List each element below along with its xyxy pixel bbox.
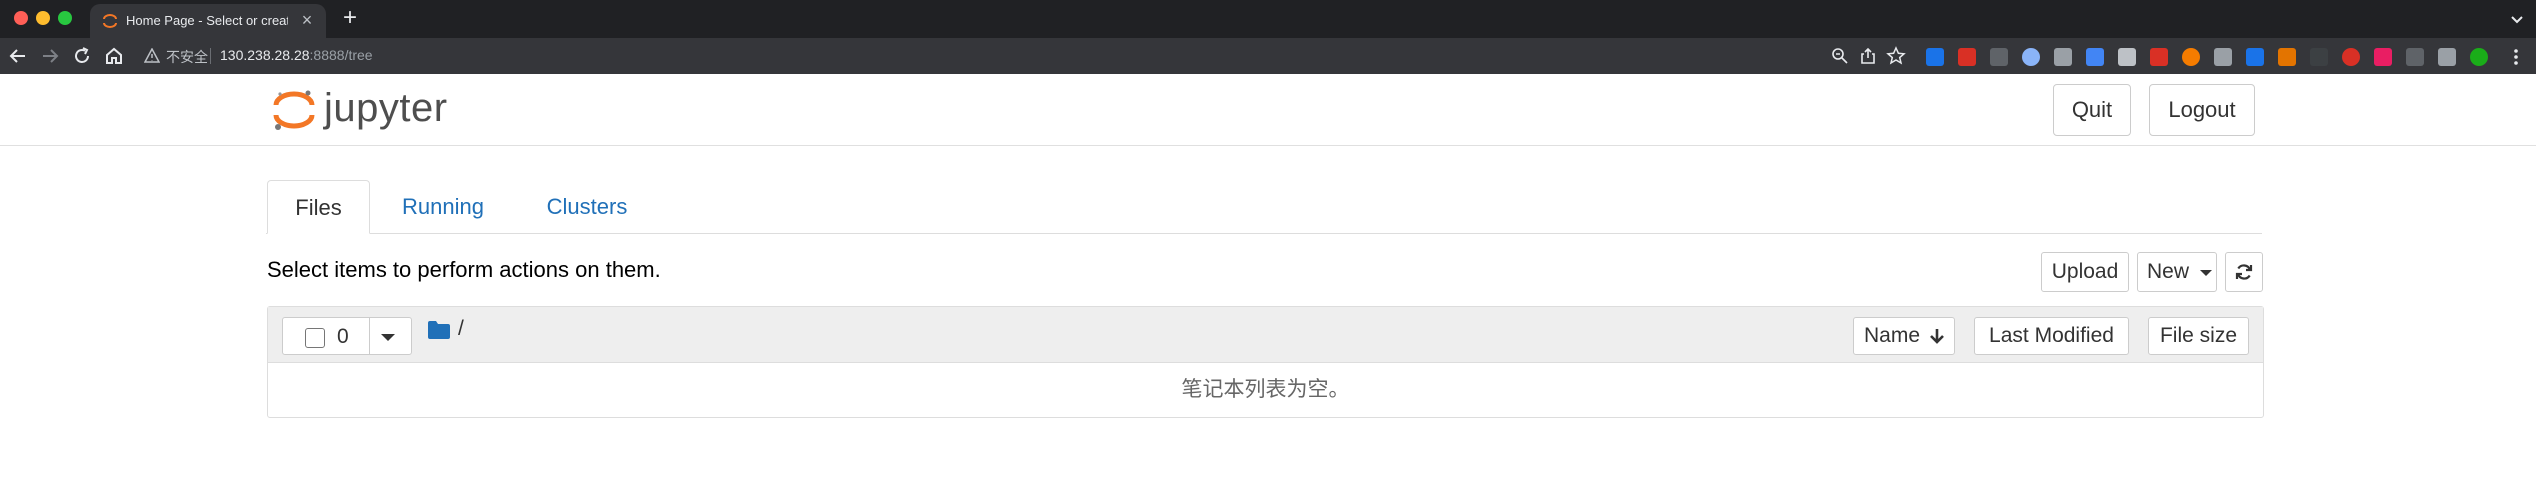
jupyter-favicon-icon [103,14,117,28]
folder-icon[interactable] [428,321,450,339]
maximize-window-button[interactable] [58,11,72,25]
warning-icon[interactable] [144,48,160,64]
tab-clusters[interactable]: Clusters [530,180,644,234]
address-bar[interactable]: 不安全 130.238.28.28:8888/tree [134,43,1906,69]
notebook-list: 0 / Name Last Modified File size 笔记本列表为空… [267,306,2264,418]
extension-14-icon[interactable] [2342,48,2360,66]
extension-16-icon[interactable] [2406,48,2424,66]
tab-files[interactable]: Files [267,180,370,234]
browser-tab-title: Home Page - Select or create a notebook [126,13,288,28]
tab-running[interactable]: Running [386,180,500,234]
browser-tab[interactable]: Home Page - Select or create a notebook … [90,4,326,38]
puzzle-extensions-icon[interactable] [2438,48,2456,66]
bookmark-star-icon[interactable] [1886,46,1906,66]
url-text[interactable]: 130.238.28.28:8888/tree [220,47,373,63]
new-button-label: New [2147,260,2190,283]
jupyter-logo-text: jupyter [324,86,448,130]
close-window-button[interactable] [14,11,28,25]
extension-4-icon[interactable] [2022,48,2040,66]
extension-11-icon[interactable] [2246,48,2264,66]
jupyter-header: jupyter Quit Logout [0,74,2536,146]
quit-button[interactable]: Quit [2053,84,2131,136]
instructions-text: Select items to perform actions on them. [267,257,661,282]
jupyter-logo[interactable]: jupyter [272,86,462,132]
jupyter-logo-icon [273,90,315,130]
extension-9-icon[interactable] [2182,48,2200,66]
extension-3-icon[interactable] [1990,48,2008,66]
home-icon[interactable] [102,44,126,68]
notebook-list-header: 0 / Name Last Modified File size [268,307,2263,363]
select-divider [369,318,370,354]
extension-17-icon[interactable] [2470,48,2488,66]
extension-5-icon[interactable] [2054,48,2072,66]
extension-15-icon[interactable] [2374,48,2392,66]
extension-8-icon[interactable] [2150,48,2168,66]
selected-count: 0 [337,325,349,348]
select-all-group: 0 [282,317,412,355]
name-column-label: Name [1864,324,1921,347]
new-tab-icon[interactable]: + [338,5,362,31]
caret-down-icon [2200,270,2212,276]
refresh-icon [2235,264,2253,280]
extension-6-icon[interactable] [2086,48,2104,66]
sort-file-size-button[interactable]: File size [2148,317,2249,355]
sort-arrow-down-icon [1930,329,1944,344]
extension-1-icon[interactable] [1926,48,1944,66]
tab-search-chevron-icon[interactable] [2506,8,2528,30]
forward-arrow-icon[interactable] [38,44,62,68]
refresh-button[interactable] [2225,252,2263,292]
sort-last-modified-button[interactable]: Last Modified [1974,317,2129,355]
select-menu-caret-icon[interactable] [381,334,395,341]
extension-12-icon[interactable] [2278,48,2296,66]
sort-name-button[interactable]: Name [1853,317,1955,355]
share-icon[interactable] [1858,46,1878,66]
extension-13-icon[interactable] [2310,48,2328,66]
breadcrumb-path[interactable]: / [458,317,464,341]
browser-menu-icon[interactable] [2506,47,2526,67]
address-separator [210,48,211,64]
close-tab-icon[interactable]: × [296,9,318,31]
zoom-icon[interactable] [1830,46,1850,66]
browser-toolbar: 不安全 130.238.28.28:8888/tree [0,38,2536,74]
empty-list-message: 笔记本列表为空。 [1181,378,1350,401]
minimize-window-button[interactable] [36,11,50,25]
extension-2-icon[interactable] [1958,48,1976,66]
select-all-checkbox[interactable] [305,328,325,348]
reload-icon[interactable] [70,44,94,68]
upload-button[interactable]: Upload [2041,252,2129,292]
security-label[interactable]: 不安全 [166,47,208,67]
extension-7-icon[interactable] [2118,48,2136,66]
extension-10-icon[interactable] [2214,48,2232,66]
back-arrow-icon[interactable] [6,44,30,68]
new-dropdown-button[interactable]: New [2137,252,2217,292]
logout-button[interactable]: Logout [2149,84,2255,136]
browser-tab-bar: Home Page - Select or create a notebook … [0,0,2536,38]
